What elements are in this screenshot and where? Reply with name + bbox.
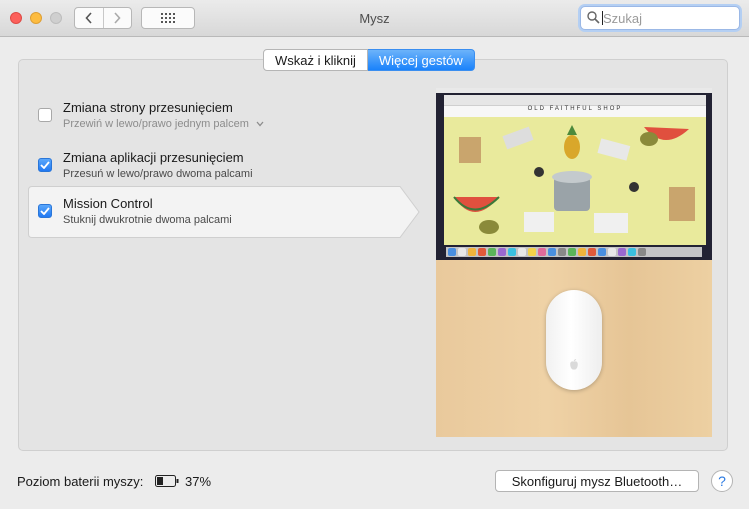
preview-browser-window: OLD FAITHFUL SHOP xyxy=(444,95,706,245)
tab-point-and-click[interactable]: Wskaż i kliknij xyxy=(263,49,368,71)
option-subtitle: Stuknij dwukrotnie dwoma palcami xyxy=(63,214,232,226)
setup-bluetooth-mouse-button[interactable]: Skonfiguruj mysz Bluetooth… xyxy=(495,470,699,492)
gesture-preview: OLD FAITHFUL SHOP xyxy=(436,88,712,437)
preview-browser-toolbar xyxy=(444,95,706,106)
battery-percentage: 37% xyxy=(185,474,212,489)
preview-desk xyxy=(436,260,712,437)
tab-more-gestures[interactable]: Więcej gestów xyxy=(367,49,475,71)
checkmark-icon xyxy=(40,161,50,169)
preview-dock xyxy=(446,247,702,257)
tab-bar: Wskaż i kliknij Więcej gestów xyxy=(263,49,475,71)
option-swipe-between-pages[interactable]: Zmiana strony przesunięciem Przewiń w le… xyxy=(28,90,418,142)
mission-control-checkbox[interactable] xyxy=(38,204,52,218)
chevron-down-icon xyxy=(256,121,264,127)
search-icon xyxy=(587,11,600,24)
option-title: Mission Control xyxy=(63,196,153,211)
swipe-apps-checkbox[interactable] xyxy=(38,158,52,172)
preview-screen: OLD FAITHFUL SHOP xyxy=(436,88,712,260)
products-illustration xyxy=(453,125,695,234)
battery-level-label: Poziom baterii myszy: xyxy=(17,474,144,489)
apple-logo-icon xyxy=(570,359,578,370)
option-subtitle: Przesuń w lewo/prawo dwoma palcami xyxy=(63,168,253,180)
option-subtitle: Przewiń w lewo/prawo jednym palcem xyxy=(63,118,249,130)
title-bar: Mysz Szukaj xyxy=(0,0,749,37)
preview-shop-products xyxy=(444,117,706,245)
option-title: Zmiana strony przesunięciem xyxy=(63,100,233,115)
option-subtitle-dropdown[interactable]: Przewiń w lewo/prawo jednym palcem xyxy=(63,118,264,130)
option-title: Zmiana aplikacji przesunięciem xyxy=(63,150,244,165)
battery-icon xyxy=(155,475,179,487)
help-button[interactable]: ? xyxy=(711,470,733,492)
swipe-pages-checkbox[interactable] xyxy=(38,108,52,122)
option-mission-control[interactable]: Mission Control Stuknij dwukrotnie dwoma… xyxy=(28,186,420,238)
search-placeholder: Szukaj xyxy=(603,11,643,26)
option-swipe-between-apps[interactable]: Zmiana aplikacji przesunięciem Przesuń w… xyxy=(28,140,418,192)
magic-mouse-image xyxy=(546,290,602,390)
selection-highlight xyxy=(28,186,420,238)
preview-shop-name: OLD FAITHFUL SHOP xyxy=(527,106,623,112)
preview-menubar xyxy=(436,88,712,93)
search-field[interactable]: Szukaj xyxy=(580,6,740,30)
checkmark-icon xyxy=(40,207,50,215)
